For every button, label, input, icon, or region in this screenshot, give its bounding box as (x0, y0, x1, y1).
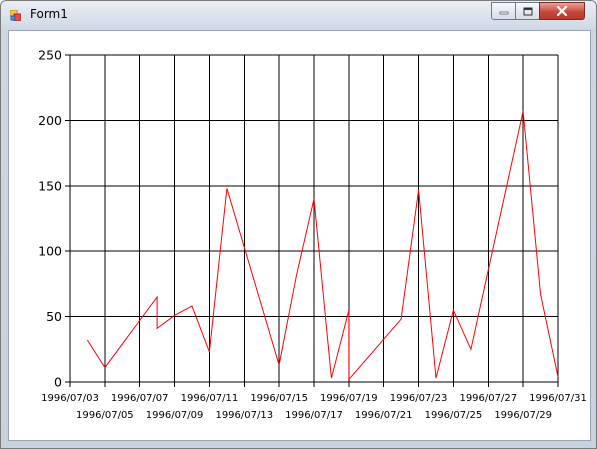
x-tick-label: 1996/07/31 (529, 393, 587, 404)
data-point (522, 110, 525, 113)
data-point (330, 377, 333, 380)
y-tick-label: 200 (38, 113, 62, 128)
data-point (452, 309, 455, 312)
form-client-area: 0 50 100 150 200 250 1996/07/03 1996/07/07 1996/… (8, 30, 591, 441)
x-tick-label: 1996/07/07 (111, 393, 169, 404)
minimize-button[interactable] (491, 2, 516, 20)
x-tick-label: 1996/07/03 (41, 393, 99, 404)
data-point (313, 197, 316, 200)
data-point (400, 318, 403, 321)
window-title: Form1 (30, 7, 68, 21)
series-line (86, 111, 559, 381)
data-point (347, 378, 350, 381)
x-tick-label: 1996/07/29 (494, 410, 552, 421)
data-point (156, 327, 159, 330)
data-point (278, 363, 281, 366)
y-tick-label: 150 (38, 178, 62, 193)
y-tick-label: 50 (46, 309, 62, 324)
title-bar[interactable]: Form1 (1, 1, 596, 29)
x-tick-label: 1996/07/19 (320, 393, 378, 404)
x-tick-label: 1996/07/13 (215, 410, 273, 421)
x-tick-label: 1996/07/17 (285, 410, 343, 421)
x-tick-label: 1996/07/25 (425, 410, 483, 421)
data-point (417, 188, 420, 191)
maximize-button[interactable] (515, 2, 540, 20)
data-point (435, 377, 438, 380)
x-tick-label: 1996/07/21 (355, 410, 413, 421)
form-app-icon (10, 10, 21, 21)
data-point (539, 293, 542, 296)
data-point (156, 295, 159, 298)
data-point (208, 350, 211, 353)
data-point (347, 309, 350, 312)
data-point (86, 339, 89, 342)
data-point (103, 366, 106, 369)
data-point (557, 375, 560, 378)
line-chart: 0 50 100 150 200 250 1996/07/03 1996/07/07 1996/… (38, 48, 587, 422)
data-point (295, 273, 298, 276)
data-point (191, 305, 194, 308)
form-window: Form1 0 50 100 150 200 250 1996/07/03 1996/07/0… (0, 0, 597, 449)
x-tick-label: 1996/07/23 (390, 393, 448, 404)
data-point (225, 187, 228, 190)
data-point (469, 348, 472, 351)
x-tick-label: 1996/07/05 (76, 410, 134, 421)
minimize-icon (499, 11, 508, 15)
close-icon (556, 6, 568, 16)
x-tick-label: 1996/07/27 (459, 393, 517, 404)
close-button[interactable] (539, 2, 585, 20)
y-tick-label: 0 (54, 375, 62, 390)
y-tick-label: 250 (38, 48, 62, 63)
y-tick-label: 100 (38, 244, 62, 259)
maximize-icon (523, 7, 532, 15)
x-tick-label: 1996/07/09 (146, 410, 204, 421)
x-tick-label: 1996/07/11 (181, 393, 239, 404)
x-tick-label: 1996/07/15 (250, 393, 308, 404)
data-point (173, 314, 176, 317)
